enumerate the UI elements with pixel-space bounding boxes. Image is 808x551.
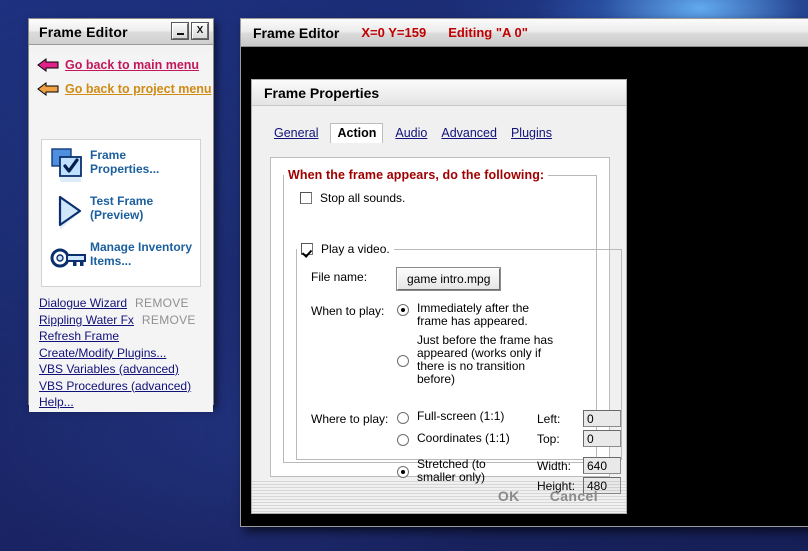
refresh-frame-link[interactable]: Refresh Frame [39,329,119,343]
list-item[interactable]: VBS Procedures (advanced) [39,379,207,396]
width-field-row: Width: 640 [537,457,621,474]
minimize-icon[interactable] [171,22,189,40]
cursor-coordinates: X=0 Y=159 [361,25,427,40]
primary-actions-card: Frame Properties... Test Frame (Preview) [41,139,201,287]
dialog-footer: OK Cancel [252,479,626,513]
list-item[interactable]: VBS Variables (advanced) [39,362,207,379]
ok-button[interactable]: OK [498,488,520,504]
sidebar-link-list: Dialogue Wizard REMOVE Rippling Water Fx… [39,296,207,412]
when-just-before-label: Just before the frame has appeared (work… [417,333,554,386]
sidebar-window-buttons: X [171,22,209,40]
dialog-title: Frame Properties [264,84,380,101]
top-field-row: Top: 0 [537,430,621,447]
sidebar-title: Frame Editor [39,23,128,40]
test-frame-action[interactable]: Test Frame (Preview) [42,186,200,232]
frame-properties-action[interactable]: Frame Properties... [42,140,200,186]
left-arrow-icon [37,82,59,96]
remove-dialogue-wizard-link[interactable]: REMOVE [135,296,189,310]
play-triangle-icon [58,195,82,230]
go-back-main-menu-link[interactable]: Go back to main menu [65,58,199,72]
tab-audio[interactable]: Audio [393,124,429,142]
file-name-label: File name: [311,270,368,284]
sidebar-body: Go back to main menu Go back to project … [29,53,213,412]
file-name-button[interactable]: game intro.mpg [395,267,502,291]
close-icon[interactable]: X [191,22,209,40]
left-field-row: Left: 0 [537,410,621,427]
stop-all-sounds-row[interactable]: Stop all sounds. [300,191,596,205]
list-item[interactable]: Rippling Water Fx REMOVE [39,313,207,330]
help-link[interactable]: Help... [39,395,74,409]
frame-canvas[interactable]: Frame Properties General Action Audio Ad… [241,47,808,526]
test-frame-label: Test Frame (Preview) [90,194,154,222]
where-coordinates-row[interactable]: Coordinates (1:1) [397,432,529,446]
width-label: Width: [537,458,572,473]
when-to-play-options: Immediately after the frame has appeared… [397,302,562,392]
checkbox-square-icon [51,148,82,182]
width-input[interactable]: 640 [583,457,621,474]
editing-status: Editing "A 0" [448,25,528,40]
play-video-label: Play a video. [321,242,390,256]
stop-all-sounds-checkbox[interactable] [300,192,312,204]
manage-inventory-label: Manage Inventory Items... [90,240,193,268]
file-name-row: File name: game intro.mpg [311,267,621,291]
dialog-header: Frame Properties [252,80,626,106]
top-label: Top: [537,431,560,446]
tab-general[interactable]: General [272,124,320,142]
play-video-legend: Play a video. [297,242,394,256]
left-label: Left: [537,411,561,426]
frame-appears-legend: When the frame appears, do the following… [288,168,545,182]
frame-properties-dialog: Frame Properties General Action Audio Ad… [251,79,627,514]
list-item[interactable]: Refresh Frame [39,329,207,346]
manage-inventory-action[interactable]: Manage Inventory Items... [42,232,200,278]
play-video-group: Play a video. File name: game intro.mpg … [296,242,622,494]
dialogue-wizard-link[interactable]: Dialogue Wizard [39,296,127,310]
create-modify-plugins-link[interactable]: Create/Modify Plugins... [39,346,166,360]
list-item[interactable]: Create/Modify Plugins... [39,346,207,363]
tab-action[interactable]: Action [330,123,384,143]
vbs-variables-link[interactable]: VBS Variables (advanced) [39,362,179,376]
frame-properties-label: Frame Properties... [90,148,160,176]
play-video-checkbox[interactable] [301,243,313,255]
stop-all-sounds-label: Stop all sounds. [320,191,406,205]
frame-appears-group: When the frame appears, do the following… [283,168,622,494]
when-immediately-label: Immediately after the frame has appeared… [417,301,530,328]
remove-rippling-water-fx-link[interactable]: REMOVE [142,313,196,327]
where-coordinates-label: Coordinates (1:1) [417,431,510,445]
action-tab-panel: When the frame appears, do the following… [270,157,622,494]
vbs-procedures-link[interactable]: VBS Procedures (advanced) [39,379,191,393]
when-to-play-label: When to play: [311,304,385,318]
where-fullscreen-radio[interactable] [397,412,409,424]
where-fullscreen-row[interactable]: Full-screen (1:1) [397,410,529,424]
go-back-main-menu-row[interactable]: Go back to main menu [29,53,213,77]
when-just-before-radio[interactable] [397,355,409,367]
key-icon [50,248,86,268]
tab-advanced[interactable]: Advanced [439,124,499,142]
left-input[interactable]: 0 [583,410,621,427]
frame-editor-sidebar-window: Frame Editor X Go back to main menu Go b… [28,18,214,412]
where-coordinates-radio[interactable] [397,434,409,446]
cancel-button[interactable]: Cancel [550,488,598,504]
editor-window-title: Frame Editor [253,24,340,41]
when-to-play-row: When to play: Immediately after the fram… [311,302,621,392]
when-immediately-row[interactable]: Immediately after the frame has appeared… [397,302,562,328]
when-just-before-row[interactable]: Just before the frame has appeared (work… [397,334,562,386]
sidebar-titlebar: Frame Editor X [29,19,213,45]
list-item[interactable]: Help... [39,395,207,412]
left-arrow-icon [37,58,59,72]
rippling-water-fx-link[interactable]: Rippling Water Fx [39,313,134,327]
go-back-project-menu-row[interactable]: Go back to project menu [29,77,213,101]
where-stretched-radio[interactable] [397,466,409,478]
where-fullscreen-label: Full-screen (1:1) [417,409,505,423]
tab-bar: General Action Audio Advanced Plugins [252,118,626,143]
go-back-project-menu-link[interactable]: Go back to project menu [65,82,212,96]
tab-plugins[interactable]: Plugins [509,124,554,142]
editor-titlebar: Frame Editor X=0 Y=159 Editing "A 0" [241,19,808,47]
list-item[interactable]: Dialogue Wizard REMOVE [39,296,207,313]
when-immediately-radio[interactable] [397,304,409,316]
top-input[interactable]: 0 [583,430,621,447]
frame-editor-window: Frame Editor X=0 Y=159 Editing "A 0" Fra… [240,18,808,527]
